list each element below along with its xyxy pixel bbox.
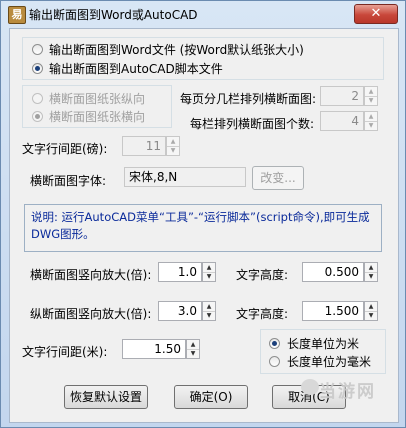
items-per-column-spinner[interactable]: ▲ ▼ — [364, 111, 378, 131]
columns-per-page-spinner[interactable]: ▲ ▼ — [364, 86, 378, 106]
spin-down-icon[interactable]: ▼ — [365, 121, 377, 130]
radio-unit-millimeter[interactable] — [269, 356, 280, 367]
radio-output-word-label[interactable]: 输出断面图到Word文件 (按Word默认纸张大小) — [49, 41, 304, 58]
long-vscale-input[interactable]: 3.0 — [158, 301, 202, 321]
line-spacing-m-label: 文字行间距(米): — [22, 345, 108, 359]
spin-down-icon[interactable]: ▼ — [365, 311, 377, 320]
line-spacing-m-input[interactable]: 1.50 — [122, 339, 186, 359]
line-spacing-m-spinner[interactable]: ▲ ▼ — [186, 339, 200, 359]
note-text: 说明: 运行AutoCAD菜单“工具”-“运行脚本”(script命令),即可生… — [31, 210, 370, 241]
long-text-height-spinner[interactable]: ▲ ▼ — [364, 301, 378, 321]
radio-orientation-portrait-label[interactable]: 横断面图纸张纵向 — [49, 90, 145, 107]
columns-per-page-label: 每页分几栏排列横断面图: — [180, 92, 317, 106]
columns-per-page-input[interactable]: 2 — [320, 86, 364, 106]
title-bar[interactable]: 易 输出断面图到Word或AutoCAD ✕ — [1, 1, 405, 28]
font-label: 横断面图字体: — [30, 174, 107, 188]
spin-down-icon[interactable]: ▼ — [167, 146, 179, 155]
cross-vscale-input[interactable]: 1.0 — [158, 262, 202, 282]
radio-output-word[interactable] — [32, 44, 43, 55]
length-unit-group: 长度单位为米 长度单位为毫米 — [260, 329, 386, 374]
window-title: 输出断面图到Word或AutoCAD — [29, 8, 198, 22]
radio-output-autocad[interactable] — [32, 63, 43, 74]
radio-unit-meter[interactable] — [269, 338, 280, 349]
cross-vscale-label: 横断面图竖向放大(倍): — [30, 268, 152, 282]
close-button[interactable]: ✕ — [354, 4, 398, 24]
spin-down-icon[interactable]: ▼ — [187, 349, 199, 358]
cross-vscale-spinner[interactable]: ▲ ▼ — [202, 262, 216, 282]
radio-unit-meter-label[interactable]: 长度单位为米 — [287, 335, 359, 352]
output-mode-group: 输出断面图到Word文件 (按Word默认纸张大小) 输出断面图到AutoCAD… — [22, 37, 384, 80]
line-spacing-pound-input[interactable]: 11 — [122, 136, 166, 156]
long-text-height-label: 文字高度: — [236, 307, 289, 321]
spin-down-icon[interactable]: ▼ — [365, 272, 377, 281]
long-vscale-label: 纵断面图竖向放大(倍): — [30, 307, 152, 321]
restore-defaults-button[interactable]: 恢复默认设置 — [64, 385, 148, 409]
items-per-column-input[interactable]: 4 — [320, 111, 364, 131]
watermark-text: 当游网 — [319, 382, 376, 402]
note-box: 说明: 运行AutoCAD菜单“工具”-“运行脚本”(script命令),即可生… — [24, 204, 382, 252]
spin-down-icon[interactable]: ▼ — [365, 96, 377, 105]
font-display: 宋体,8,N — [124, 167, 246, 187]
cross-text-height-spinner[interactable]: ▲ ▼ — [364, 262, 378, 282]
long-vscale-spinner[interactable]: ▲ ▼ — [202, 301, 216, 321]
items-per-column-label: 每栏排列横断面图个数: — [190, 117, 315, 131]
watermark-logo-icon — [301, 379, 319, 395]
long-text-height-input[interactable]: 1.500 — [302, 301, 364, 321]
cross-text-height-input[interactable]: 0.500 — [302, 262, 364, 282]
radio-unit-millimeter-label[interactable]: 长度单位为毫米 — [287, 353, 371, 370]
dialog-client-area: 输出断面图到Word文件 (按Word默认纸张大小) 输出断面图到AutoCAD… — [9, 28, 399, 423]
change-font-button[interactable]: 改变... — [252, 166, 304, 190]
orientation-group: 横断面图纸张纵向 横断面图纸张横向 — [22, 85, 172, 128]
line-spacing-pound-spinner[interactable]: ▲ ▼ — [166, 136, 180, 156]
radio-orientation-portrait[interactable] — [32, 93, 43, 104]
radio-output-autocad-label[interactable]: 输出断面图到AutoCAD脚本文件 — [49, 60, 223, 77]
radio-orientation-landscape-label[interactable]: 横断面图纸张横向 — [49, 108, 145, 125]
line-spacing-pound-label: 文字行间距(磅): — [22, 142, 108, 156]
spin-down-icon[interactable]: ▼ — [203, 272, 215, 281]
spin-down-icon[interactable]: ▼ — [203, 311, 215, 320]
dialog-window: 易 输出断面图到Word或AutoCAD ✕ 输出断面图到Word文件 (按Wo… — [0, 0, 406, 428]
ok-button[interactable]: 确定(O) — [174, 385, 248, 409]
cross-text-height-label: 文字高度: — [236, 268, 289, 282]
radio-orientation-landscape[interactable] — [32, 111, 43, 122]
app-icon: 易 — [8, 6, 26, 24]
